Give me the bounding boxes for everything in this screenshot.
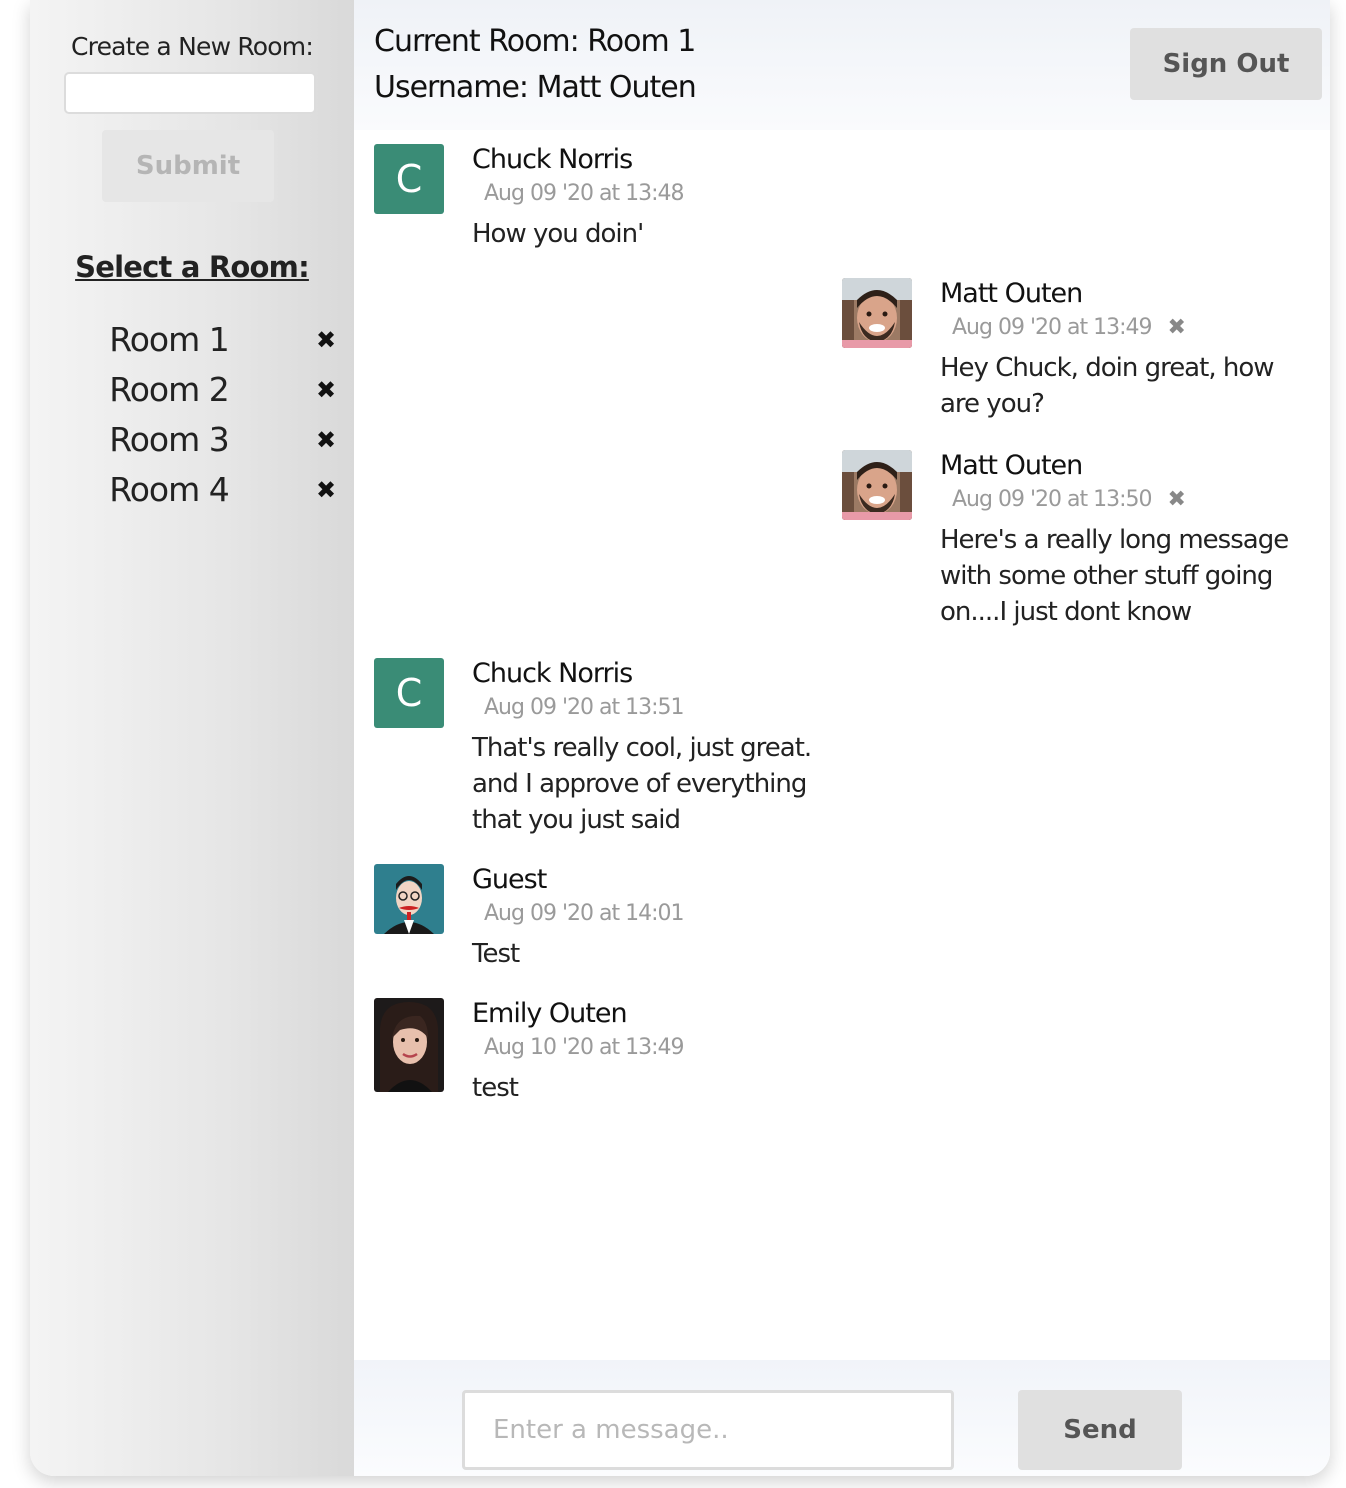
delete-message-icon[interactable]: ✖ <box>1167 487 1185 512</box>
delete-room-icon[interactable]: ✖ <box>312 376 340 404</box>
room-name[interactable]: Room 2 <box>100 370 238 409</box>
select-room-heading: Select a Room: <box>75 250 310 284</box>
sidebar: Create a New Room: Submit Select a Room:… <box>30 0 354 1476</box>
message-timestamp: Aug 09 '20 at 13:50 ✖ <box>952 487 1290 512</box>
room-name[interactable]: Room 1 <box>100 320 238 359</box>
room-item-room-3[interactable]: Room 3 ✖ <box>30 418 354 468</box>
chat-app: Create a New Room: Submit Select a Room:… <box>30 0 1330 1476</box>
message-author: Chuck Norris <box>472 658 633 689</box>
message-item: Matt Outen Aug 09 '20 at 13:50 ✖ Here's a… <box>842 450 1312 630</box>
chat-main: Current Room: Room 1 Username: Matt Oute… <box>354 0 1330 1476</box>
room-item-room-2[interactable]: Room 2 ✖ <box>30 368 354 418</box>
timestamp-text: Aug 09 '20 at 13:51 <box>484 695 684 720</box>
message-item: C Chuck Norris Aug 09 '20 at 13:51 That'… <box>374 658 874 838</box>
message-timestamp: Aug 09 '20 at 13:48 <box>484 181 832 206</box>
message-body: Chuck Norris Aug 09 '20 at 13:51 That's … <box>472 658 842 838</box>
timestamp-text: Aug 09 '20 at 14:01 <box>484 901 684 926</box>
message-text: That's really cool, just great. and I ap… <box>472 733 812 835</box>
message-text: Hey Chuck, doin great, how are you? <box>940 353 1275 419</box>
message-author: Matt Outen <box>940 278 1083 309</box>
man-photo-icon <box>842 278 912 348</box>
sign-out-button[interactable]: Sign Out <box>1130 28 1322 100</box>
room-name[interactable]: Room 4 <box>100 470 238 509</box>
delete-room-icon[interactable]: ✖ <box>312 426 340 454</box>
message-timestamp: Aug 09 '20 at 13:49 ✖ <box>952 315 1290 340</box>
message-text: test <box>472 1073 519 1103</box>
message-author: Guest <box>472 864 547 895</box>
room-list: Room 1 ✖ Room 2 ✖ Room 3 ✖ Room 4 ✖ <box>30 318 354 518</box>
message-author: Chuck Norris <box>472 144 633 175</box>
avatar <box>842 278 912 348</box>
avatar <box>842 450 912 520</box>
message-body: Matt Outen Aug 09 '20 at 13:49 ✖ Hey Chuc… <box>940 278 1290 422</box>
delete-room-icon[interactable]: ✖ <box>312 326 340 354</box>
submit-button[interactable]: Submit <box>102 130 274 202</box>
man-photo-icon <box>842 450 912 520</box>
message-item: C Chuck Norris Aug 09 '20 at 13:48 How y… <box>374 144 874 254</box>
woman-photo-icon <box>374 998 444 1092</box>
message-body: Matt Outen Aug 09 '20 at 13:50 ✖ Here's a… <box>940 450 1290 630</box>
header: Current Room: Room 1 Username: Matt Oute… <box>354 0 1330 130</box>
username-label: Username: Matt Outen <box>374 70 697 105</box>
room-item-room-4[interactable]: Room 4 ✖ <box>30 468 354 518</box>
message-composer: Send <box>354 1360 1330 1476</box>
message-timestamp: Aug 09 '20 at 13:51 <box>484 695 842 720</box>
delete-message-icon[interactable]: ✖ <box>1167 315 1185 340</box>
timestamp-text: Aug 10 '20 at 13:49 <box>484 1035 684 1060</box>
message-body: Guest Aug 09 '20 at 14:01 Test <box>472 864 832 972</box>
new-room-input[interactable] <box>64 72 316 114</box>
timestamp-text: Aug 09 '20 at 13:49 <box>952 315 1152 340</box>
message-author: Emily Outen <box>472 998 628 1029</box>
message-item: Guest Aug 09 '20 at 14:01 Test <box>374 864 874 974</box>
message-timestamp: Aug 09 '20 at 14:01 <box>484 901 832 926</box>
delete-room-icon[interactable]: ✖ <box>312 476 340 504</box>
timestamp-text: Aug 09 '20 at 13:48 <box>484 181 684 206</box>
room-name[interactable]: Room 3 <box>100 420 238 459</box>
message-input[interactable] <box>462 1390 954 1470</box>
room-item-room-1[interactable]: Room 1 ✖ <box>30 318 354 368</box>
avatar <box>374 864 444 934</box>
avatar: C <box>374 144 444 214</box>
avatar: C <box>374 658 444 728</box>
message-author: Matt Outen <box>940 450 1083 481</box>
create-room-label: Create a New Room: <box>71 32 314 61</box>
message-text: Test <box>472 939 520 969</box>
message-item: Matt Outen Aug 09 '20 at 13:49 ✖ Hey Chuc… <box>842 278 1312 428</box>
message-text: How you doin' <box>472 219 644 249</box>
avatar <box>374 998 444 1092</box>
message-body: Chuck Norris Aug 09 '20 at 13:48 How you… <box>472 144 832 252</box>
message-timestamp: Aug 10 '20 at 13:49 <box>484 1035 832 1060</box>
message-body: Emily Outen Aug 10 '20 at 13:49 test <box>472 998 832 1106</box>
message-text: Here's a really long message with some o… <box>940 525 1289 627</box>
current-room-label: Current Room: Room 1 <box>374 24 696 59</box>
guest-avatar-icon <box>374 864 444 934</box>
message-item: Emily Outen Aug 10 '20 at 13:49 test <box>374 998 874 1108</box>
send-button[interactable]: Send <box>1018 1390 1182 1470</box>
timestamp-text: Aug 09 '20 at 13:50 <box>952 487 1152 512</box>
